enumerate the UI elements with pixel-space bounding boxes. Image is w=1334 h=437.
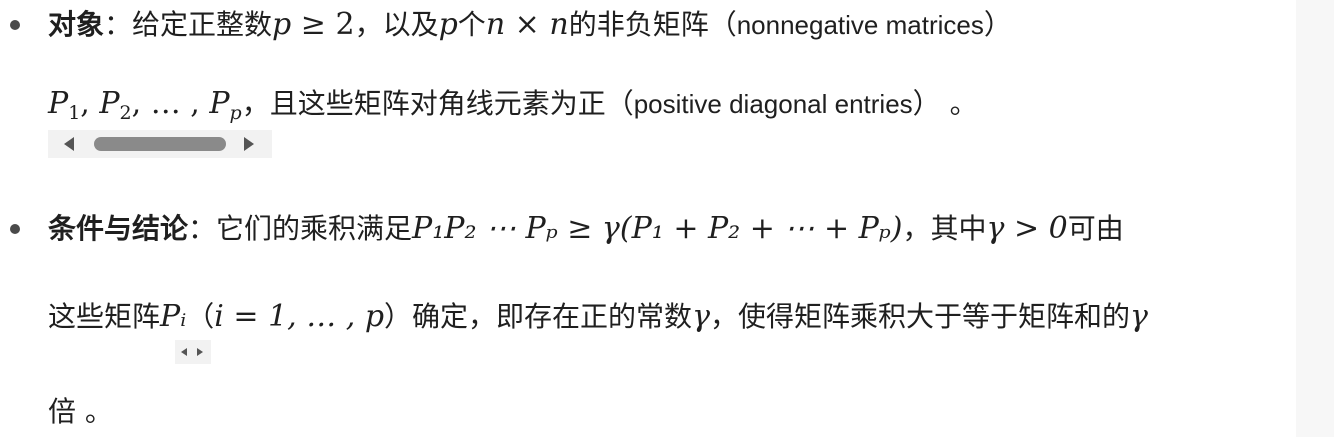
math-index-range: i = 1, … , p [214,299,385,334]
text: ，且这些矩阵对角线元素为正（ [241,87,634,120]
scroll-right-arrow-icon[interactable] [244,137,254,151]
text: 可由 [1067,212,1124,245]
math-gamma-positive: γ > 0 [986,211,1068,246]
math-ge-2: ≥ 2 [291,7,355,42]
scroll-left-arrow-icon[interactable] [64,137,74,151]
math-Pi: Pᵢ [160,299,187,334]
math-P: P [99,86,120,121]
math-horizontal-scrollbar[interactable] [48,130,272,158]
math-comma: , [80,86,100,121]
text: ） 。 [912,87,978,120]
text: ）确定，即存在正的常数 [384,300,693,333]
subscript: 2 [119,102,132,124]
text: ，使得矩阵乘积大于等于矩阵和的 [710,300,1131,333]
text: 个 [457,8,486,41]
subscript: 1 [68,102,81,124]
item-condition-line3: 倍 。 [48,392,113,432]
text: 倍 。 [48,395,113,428]
math-horizontal-scrollbar[interactable] [175,340,211,364]
item-condition-line1: 条件与结论：它们的乘积满足P₁P₂ ⋯ Pₚ ≥ γ(P₁ + P₂ + ⋯ +… [48,209,1124,249]
english-term: positive diagonal entries [633,89,913,119]
text: 这些矩阵 [48,300,161,333]
math-n: n [485,7,506,42]
math-ellipsis: , … , [131,86,210,121]
scroll-right-arrow-icon[interactable] [197,348,203,356]
math-gamma: γ [692,299,710,334]
text: 给定正整数 [132,8,273,41]
text: （ [186,300,215,333]
math-product-inequality: P₁P₂ ⋯ Pₚ ≥ γ(P₁ + P₂ + ⋯ + Pₚ) [412,211,903,246]
math-P: P [48,86,69,121]
colon: ： [188,212,217,245]
subscript: p [229,102,242,124]
right-gutter [1296,0,1334,437]
math-p: p [438,7,458,42]
math-n: n [549,7,569,42]
item-label: 条件与结论 [48,212,189,245]
scrollbar-thumb[interactable] [94,137,226,151]
text: ，其中 [902,212,987,245]
item-label: 对象 [48,8,105,41]
colon: ： [104,8,133,41]
bullet-dot [10,20,20,30]
math-gamma: γ [1130,299,1148,334]
text: 它们的乘积满足 [216,212,413,245]
bullet-dot [10,224,20,234]
text: 的非负矩阵（ [568,8,737,41]
english-term: nonnegative matrices [736,10,984,40]
scroll-left-arrow-icon[interactable] [181,348,187,356]
math-p: p [272,7,292,42]
item-object-line1: 对象：给定正整数p ≥ 2，以及p个n × n的非负矩阵（nonnegative… [48,5,1012,45]
math-times: × [505,7,550,42]
text: ，以及 [354,8,439,41]
item-object-line2: P1, P2, … , Pp，且这些矩阵对角线元素为正（positive dia… [48,84,978,133]
text: ） [983,8,1012,41]
item-condition-line2: 这些矩阵Pᵢ（i = 1, … , p）确定，即存在正的常数γ，使得矩阵乘积大于… [48,297,1148,337]
math-P: P [209,86,230,121]
